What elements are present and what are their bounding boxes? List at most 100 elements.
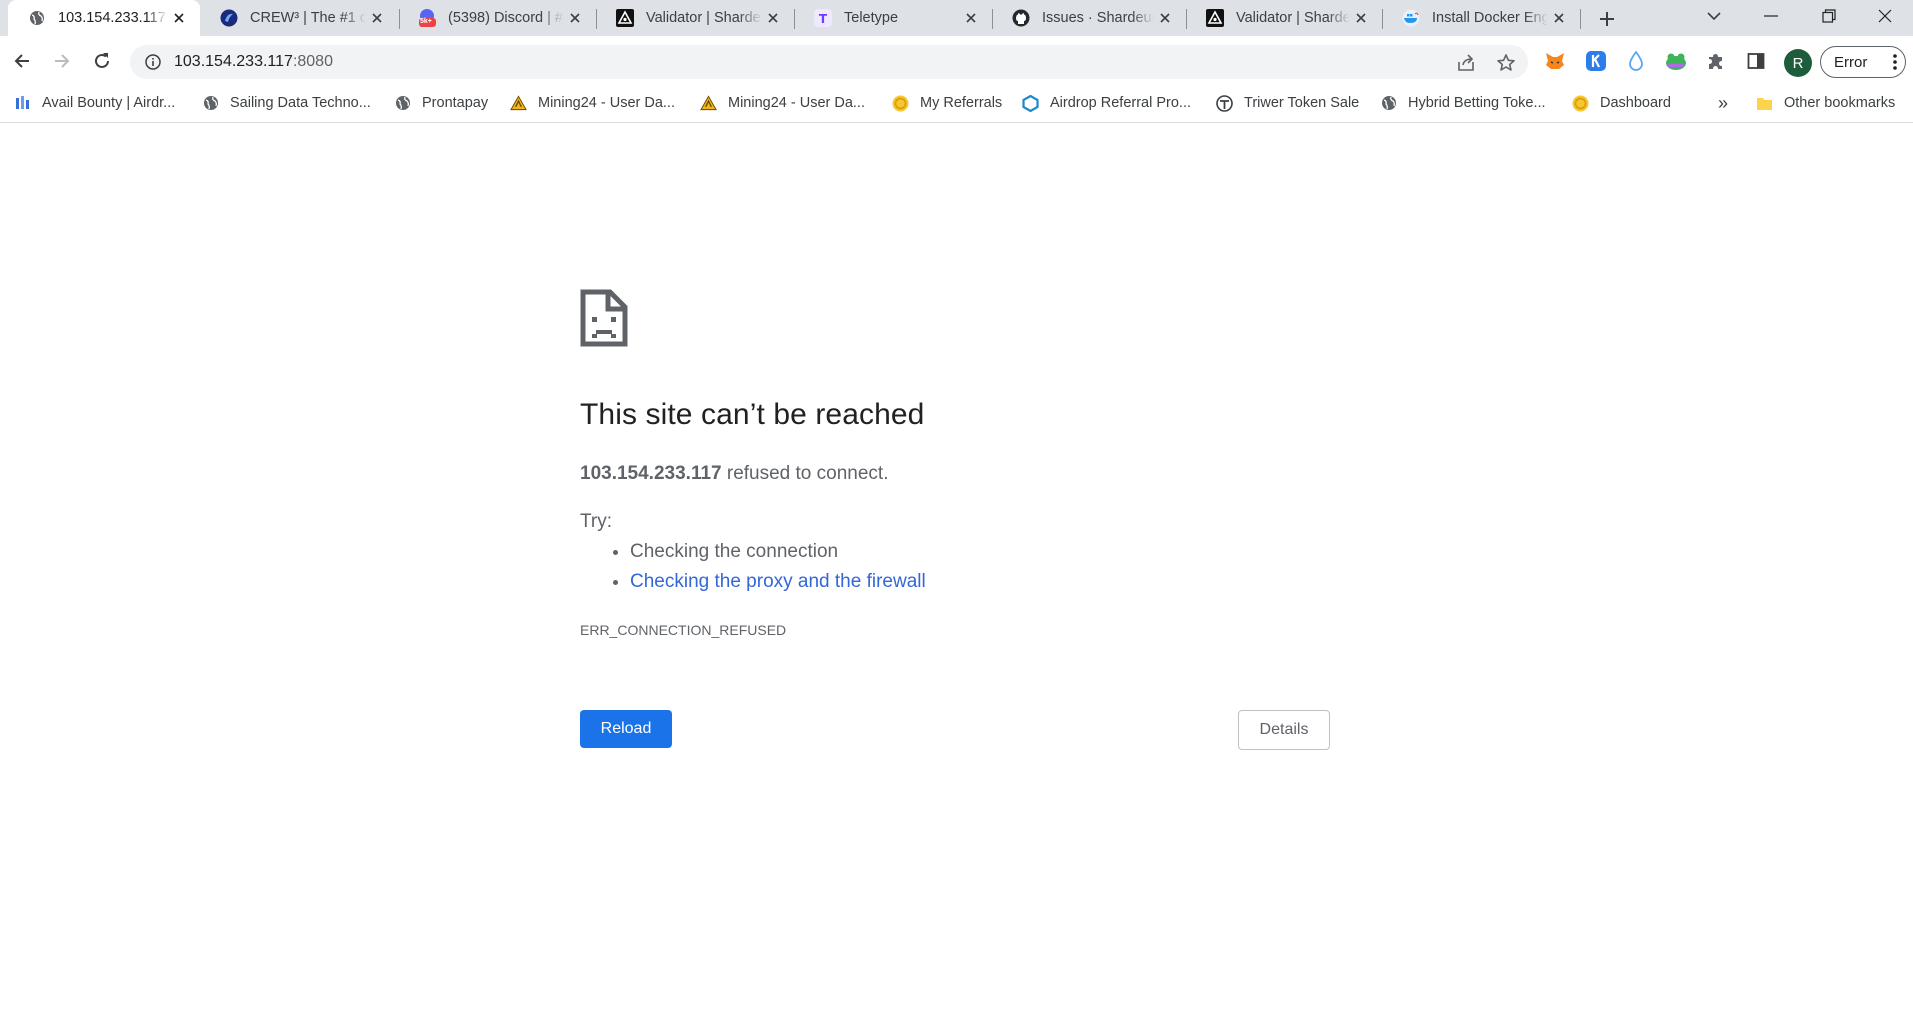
- back-button[interactable]: [6, 45, 38, 77]
- restore-button[interactable]: [1801, 0, 1857, 32]
- suggestions-list: Checking the connection Checking the pro…: [580, 537, 926, 597]
- proxy-firewall-link[interactable]: Checking the proxy and the firewall: [630, 571, 926, 592]
- close-icon[interactable]: [366, 7, 388, 29]
- tab-title: Issues · Shardeum: [1042, 10, 1154, 26]
- notification-badge: 5k+: [420, 18, 432, 25]
- close-icon[interactable]: [168, 7, 190, 29]
- tab-title: Install Docker Eng: [1432, 10, 1548, 26]
- error-title: This site can’t be reached: [580, 398, 925, 431]
- try-label: Try:: [580, 511, 613, 532]
- bookmark-label: Mining24 - User Da...: [538, 95, 675, 111]
- globe-icon: [202, 95, 219, 112]
- shardeum-icon: [616, 9, 634, 27]
- bookmark-item[interactable]: Triwer Token Sale: [1216, 86, 1359, 120]
- tab-docker[interactable]: Install Docker Eng: [1382, 0, 1580, 36]
- site-info-icon[interactable]: [144, 53, 162, 71]
- error-host: 103.154.233.117: [580, 463, 722, 484]
- close-icon[interactable]: [1154, 7, 1176, 29]
- hexagon-icon: [1022, 94, 1039, 112]
- tab-validator-2[interactable]: Validator | Sharde: [1186, 0, 1382, 36]
- close-icon[interactable]: [762, 7, 784, 29]
- crew3-icon: [220, 9, 238, 27]
- globe-icon: [394, 95, 411, 112]
- mining24-icon: [510, 95, 527, 112]
- bookmark-label: Hybrid Betting Toke...: [1408, 95, 1546, 111]
- url-host: 103.154.233.117: [174, 53, 293, 70]
- tab-discord[interactable]: 5k+ (5398) Discord | #: [398, 0, 596, 36]
- bookmark-label: Dashboard: [1600, 95, 1671, 111]
- droplet-icon[interactable]: [1623, 48, 1649, 74]
- discord-icon: 5k+: [418, 9, 436, 27]
- bookmark-item[interactable]: Prontapay: [394, 86, 488, 120]
- close-icon[interactable]: [564, 7, 586, 29]
- error-summary-text: refused to connect.: [721, 463, 889, 484]
- bookmark-item[interactable]: Hybrid Betting Toke...: [1380, 86, 1546, 120]
- error-code: ERR_CONNECTION_REFUSED: [580, 622, 787, 638]
- tab-title: 103.154.233.117: [58, 10, 166, 26]
- tab-title: CREW³ | The #1 op: [250, 10, 366, 26]
- bookmark-item[interactable]: Mining24 - User Da...: [510, 86, 675, 120]
- reload-button[interactable]: Reload: [580, 710, 672, 748]
- minimize-button[interactable]: [1743, 0, 1799, 32]
- tab-github-issues[interactable]: Issues · Shardeum: [992, 0, 1186, 36]
- kebab-menu-icon[interactable]: [1893, 54, 1897, 74]
- bookmark-label: Triwer Token Sale: [1244, 95, 1360, 111]
- tab-title: Validator | Sharde: [646, 10, 761, 26]
- suggestion-item: Checking the proxy and the firewall: [630, 567, 926, 597]
- url-port: :8080: [292, 53, 333, 70]
- kucoin-icon[interactable]: [1583, 48, 1609, 74]
- share-icon[interactable]: [1456, 53, 1476, 73]
- error-summary: 103.154.233.117 refused to connect.: [580, 463, 888, 485]
- bookmark-item[interactable]: Avail Bounty | Airdr...: [14, 86, 175, 120]
- extensions-puzzle-icon[interactable]: [1703, 48, 1729, 74]
- side-panel-icon[interactable]: [1743, 48, 1769, 74]
- globe-icon: [1380, 95, 1397, 112]
- tab-strip: 103.154.233.117 CREW³ | The #1 op 5k+ (5…: [0, 0, 1913, 36]
- url-text[interactable]: 103.154.233.117:8080: [174, 53, 333, 71]
- tab-title: (5398) Discord | #: [448, 10, 563, 26]
- bookmark-item[interactable]: Airdrop Referral Pro...: [1022, 86, 1191, 120]
- suggestion-connection: Checking the connection: [630, 541, 839, 562]
- folder-icon: [1756, 95, 1773, 112]
- profile-error-button[interactable]: Error: [1820, 46, 1906, 78]
- metamask-icon[interactable]: [1542, 48, 1568, 74]
- coin-icon: [892, 95, 909, 112]
- globe-icon: [28, 9, 46, 27]
- bookmark-item[interactable]: Mining24 - User Da...: [700, 86, 865, 120]
- bookmark-label: Prontapay: [422, 95, 489, 111]
- bookmark-item[interactable]: My Referrals: [892, 86, 1002, 120]
- new-tab-button[interactable]: [1594, 6, 1620, 32]
- close-window-button[interactable]: [1857, 0, 1913, 32]
- bookmark-item[interactable]: Dashboard: [1572, 86, 1671, 120]
- bookmark-label: Mining24 - User Da...: [728, 95, 865, 111]
- docker-icon: [1402, 9, 1420, 27]
- profile-avatar[interactable]: R: [1784, 49, 1812, 77]
- close-icon[interactable]: [960, 7, 982, 29]
- close-icon[interactable]: [1548, 7, 1570, 29]
- tab-teletype[interactable]: T Teletype: [794, 0, 992, 36]
- bookmark-item[interactable]: Sailing Data Techno...: [202, 86, 371, 120]
- sad-page-icon: [580, 289, 628, 352]
- error-page: This site can’t be reached 103.154.233.1…: [0, 123, 1913, 1023]
- reload-icon[interactable]: [86, 45, 118, 77]
- bookmarks-overflow-button[interactable]: »: [1718, 86, 1728, 120]
- close-icon[interactable]: [1350, 7, 1372, 29]
- tab-active[interactable]: 103.154.233.117: [8, 0, 200, 36]
- bookmarks-bar: Avail Bounty | Airdr... Sailing Data Tec…: [0, 86, 1913, 123]
- bookmark-star-icon[interactable]: [1496, 53, 1516, 73]
- address-bar[interactable]: 103.154.233.117:8080: [130, 45, 1528, 79]
- details-button[interactable]: Details: [1238, 710, 1330, 750]
- other-bookmarks-folder[interactable]: Other bookmarks: [1756, 86, 1895, 120]
- browser-toolbar: 103.154.233.117:8080 R Error: [0, 36, 1913, 86]
- bookmark-label: Sailing Data Techno...: [230, 95, 371, 111]
- other-bookmarks-label: Other bookmarks: [1784, 95, 1896, 111]
- tab-separator: [1580, 9, 1581, 29]
- coin-icon: [1572, 95, 1589, 112]
- forward-button[interactable]: [46, 45, 78, 77]
- tab-validator-1[interactable]: Validator | Sharde: [596, 0, 794, 36]
- teletype-icon: T: [814, 9, 832, 27]
- triwer-icon: [1216, 94, 1233, 112]
- tab-crew3[interactable]: CREW³ | The #1 op: [200, 0, 398, 36]
- tab-search-button[interactable]: [1686, 0, 1742, 32]
- keplr-frog-icon[interactable]: [1663, 48, 1689, 74]
